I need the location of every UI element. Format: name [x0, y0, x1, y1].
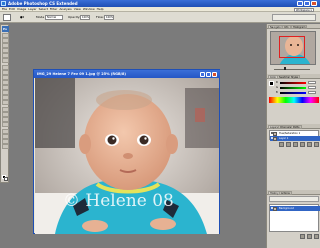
- document-title: IMG_29 Helene 7 Fev 09 1.jpg @ 25% (RGB/…: [37, 71, 126, 76]
- navigator-view-box[interactable]: [279, 36, 305, 58]
- channel-b-value[interactable]: [308, 91, 316, 94]
- channel-g-value[interactable]: [308, 86, 316, 89]
- tab-actions[interactable]: Actions: [279, 190, 292, 195]
- right-panels: Navigator Info Histogram Color Swatches …: [266, 24, 320, 248]
- channel-g-label: G: [276, 86, 278, 89]
- channel-b-label: B: [276, 91, 278, 94]
- lasso-tool-icon[interactable]: [2, 43, 9, 48]
- document-window: IMG_29 Helene 7 Fev 09 1.jpg @ 25% (RGB/…: [33, 69, 220, 234]
- layer-thumbnail: [273, 131, 277, 136]
- maximize-icon[interactable]: [304, 1, 310, 6]
- doc-close-icon[interactable]: [212, 71, 217, 77]
- layers-tab-row: Layers Channels Paths: [267, 124, 320, 129]
- layers-panel-footer: [269, 142, 319, 147]
- zoom-slider-track: [274, 68, 310, 70]
- pen-tool-icon[interactable]: [2, 107, 9, 112]
- history-brush-tool-icon[interactable]: [2, 80, 9, 85]
- document-title-bar[interactable]: IMG_29 Helene 7 Fev 09 1.jpg @ 25% (RGB/…: [34, 70, 220, 78]
- delete-icon[interactable]: [314, 234, 319, 239]
- bottom-panel-footer: [269, 234, 319, 239]
- flow-label: Flow:: [96, 15, 104, 19]
- zoom-tool-icon[interactable]: [2, 144, 9, 149]
- path-selection-tool-icon[interactable]: [2, 117, 9, 122]
- move-tool-icon[interactable]: [2, 33, 9, 38]
- background-color-swatch[interactable]: [4, 177, 8, 181]
- brush-label: ●▾: [20, 15, 25, 19]
- zoom-slider-knob[interactable]: [284, 67, 286, 70]
- tool-preset-picker[interactable]: [3, 14, 11, 21]
- tab-styles[interactable]: Styles: [289, 74, 301, 79]
- workspace-dropdown[interactable]: Workspace ▾: [294, 7, 314, 12]
- history-tab-row: History Actions: [267, 190, 320, 195]
- dodge-tool-icon[interactable]: [2, 100, 9, 105]
- eraser-tool-icon[interactable]: [2, 85, 9, 90]
- crop-tool-icon[interactable]: [2, 53, 9, 58]
- navigator-tab-row: Navigator Info Histogram: [267, 24, 320, 29]
- minimize-icon[interactable]: [297, 1, 303, 6]
- tab-histogram[interactable]: Histogram: [291, 24, 308, 29]
- type-tool-icon[interactable]: [2, 112, 9, 117]
- opacity-field[interactable]: 100%: [80, 14, 90, 20]
- notes-tool-icon[interactable]: [2, 129, 9, 134]
- flow-field[interactable]: 100%: [104, 14, 114, 20]
- healing-brush-tool-icon[interactable]: [2, 65, 9, 70]
- background-layer-row[interactable]: Background: [270, 206, 320, 211]
- tab-info[interactable]: Info: [282, 24, 291, 29]
- add-layer-style-icon[interactable]: [286, 142, 291, 147]
- close-icon[interactable]: [311, 1, 317, 6]
- add-mask-icon[interactable]: [293, 142, 298, 147]
- channel-r-label: R: [276, 81, 278, 84]
- watermark-text: © Helene 08: [63, 191, 174, 211]
- new-group-icon[interactable]: [300, 142, 305, 147]
- zoom-slider[interactable]: [270, 67, 316, 71]
- tools-panel: Ps: [0, 24, 9, 183]
- history-list: Background: [269, 204, 320, 232]
- photoshop-logo-icon: Ps: [1, 25, 9, 32]
- clone-stamp-tool-icon[interactable]: [2, 75, 9, 80]
- channel-r-slider[interactable]: [280, 82, 306, 84]
- new-layer-icon[interactable]: [307, 142, 312, 147]
- slice-tool-icon[interactable]: [2, 58, 9, 63]
- new-snapshot-icon[interactable]: [300, 234, 305, 239]
- trash-icon[interactable]: [314, 142, 319, 147]
- app-title: Adobe Photoshop CS Extended: [8, 1, 78, 6]
- shape-tool-icon[interactable]: [2, 122, 9, 127]
- marquee-tool-icon[interactable]: [2, 38, 9, 43]
- navigator-thumbnail[interactable]: [270, 31, 316, 65]
- layer-thumbnail: [273, 206, 277, 211]
- doc-minimize-icon[interactable]: [200, 71, 205, 77]
- channel-r-value[interactable]: [308, 81, 316, 84]
- link-layers-icon[interactable]: [279, 142, 284, 147]
- blur-tool-icon[interactable]: [2, 95, 9, 100]
- app-title-bar: Adobe Photoshop CS Extended: [0, 0, 320, 7]
- color-panel-foreground-swatch[interactable]: [269, 81, 274, 86]
- layer-name: Background: [279, 207, 294, 210]
- blend-mode-row[interactable]: [269, 196, 319, 202]
- mode-select[interactable]: Normal: [45, 14, 63, 20]
- channel-b-slider[interactable]: [280, 92, 306, 94]
- layers-list: Hue/Saturation 1 Layer 1: [269, 130, 320, 141]
- photoshop-icon: [1, 1, 6, 6]
- color-ramp[interactable]: [269, 97, 319, 103]
- tab-paths[interactable]: Paths: [291, 124, 302, 129]
- layer-name: Layer 1: [279, 137, 289, 140]
- gradient-tool-icon[interactable]: [2, 90, 9, 95]
- eyedropper-tool-icon[interactable]: [2, 134, 9, 139]
- channel-g-slider[interactable]: [280, 87, 306, 89]
- doc-maximize-icon[interactable]: [206, 71, 211, 77]
- options-bar: ●▾ Mode Normal Opacity: 100% Flow: 100%: [0, 12, 320, 23]
- brush-tool-icon[interactable]: [2, 70, 9, 75]
- palette-well[interactable]: [272, 14, 316, 21]
- new-document-icon[interactable]: [307, 234, 312, 239]
- mode-label: Mode: [36, 15, 45, 19]
- magic-wand-tool-icon[interactable]: [2, 48, 9, 53]
- layer-thumbnail: [273, 136, 277, 141]
- layer-row-selected[interactable]: Layer 1: [270, 136, 320, 141]
- hand-tool-icon[interactable]: [2, 139, 9, 144]
- color-tab-row: Color Swatches Styles: [267, 74, 320, 79]
- opacity-label: Opacity:: [68, 15, 81, 19]
- image-canvas[interactable]: © Helene 08: [35, 78, 219, 234]
